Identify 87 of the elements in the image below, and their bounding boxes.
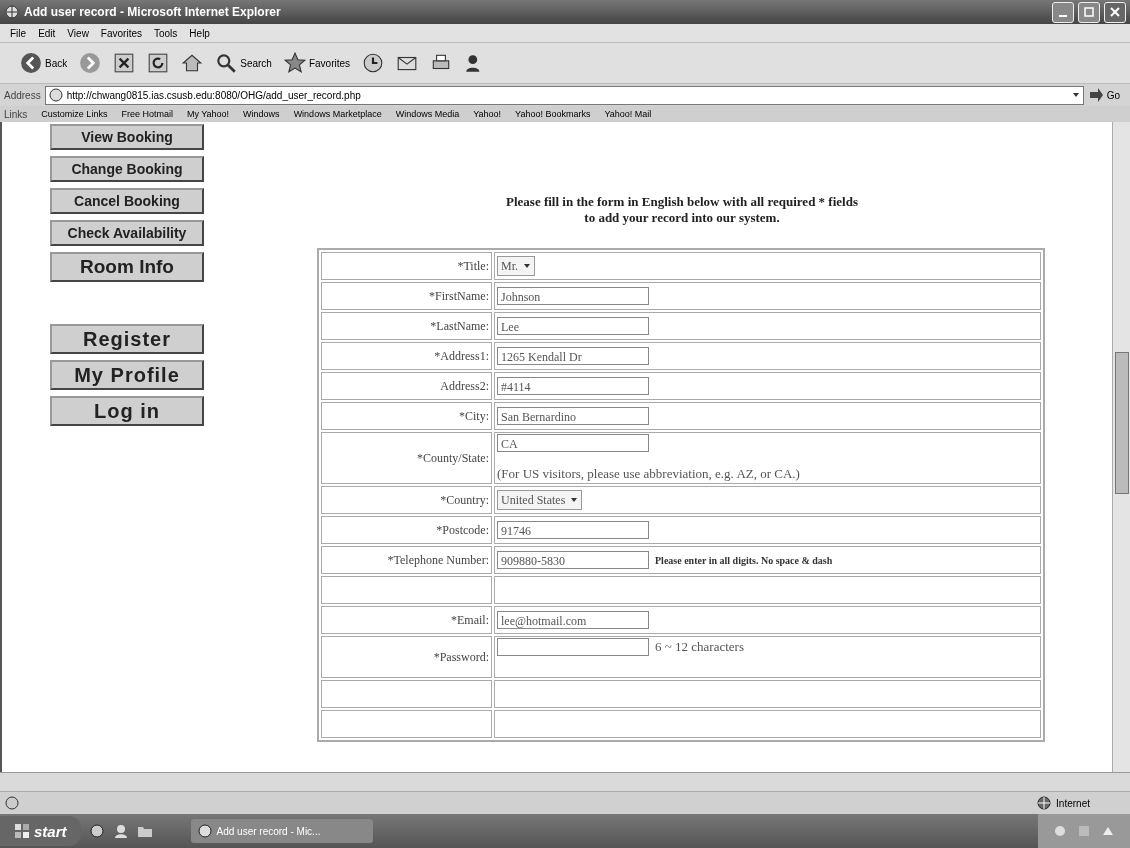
field-label: *Postcode: [436,522,489,537]
link-item[interactable]: Yahoo! [473,109,502,119]
close-button[interactable] [1104,1,1126,23]
links-label: Links [4,108,28,120]
favorites-button[interactable]: Favorites [283,52,351,74]
menu-item[interactable]: Edit [38,27,56,39]
input-field[interactable]: Johnson [497,287,649,305]
hint-text: Please enter in all digits. No space & dash [655,554,833,566]
input-field[interactable]: 909880-5830 [497,551,649,569]
windows-flag-icon [14,823,30,839]
maximize-icon [1084,7,1094,17]
link-item[interactable]: Yahoo! Bookmarks [515,109,591,119]
back-button[interactable]: Back [20,52,68,74]
dropdown[interactable]: Mr. [497,256,535,276]
field-label: *City: [459,408,489,423]
minimize-icon [1059,15,1067,17]
input-field[interactable]: 91746 [497,521,649,539]
input-field[interactable]: #4114 [497,377,649,395]
globe-icon [196,823,213,839]
field-label: *Email: [451,612,489,627]
link-item[interactable]: Customize Links [41,109,108,119]
nav-button[interactable]: Check Availability [50,220,204,246]
field-label: *Country: [440,492,489,507]
menu-item[interactable]: Help [189,27,210,39]
arrow-icon [1087,87,1104,103]
back-icon [20,52,42,74]
taskbar-item[interactable]: Add user record - Mic... [190,819,373,843]
refresh-icon[interactable] [147,52,170,74]
globe-icon [4,4,20,20]
instruction-text: to add your record into our system. [583,210,781,226]
field-label: *FirstName: [429,288,489,303]
link-item[interactable]: Windows Media [395,109,460,119]
hint-text: 6 ~ 12 characters [655,639,744,655]
minimize-button[interactable] [1052,1,1074,23]
input-field[interactable]: lee@hotmail.com [497,611,649,629]
nav-button[interactable]: View Booking [50,124,204,150]
input-field[interactable]: Lee [497,317,649,335]
vertical-scrollbar[interactable] [1112,122,1130,772]
dropdown[interactable]: United States [497,490,583,510]
instruction-text: Please fill in the form in English below with all required * fields [505,194,859,210]
zone-label: Internet [1056,797,1090,809]
messenger-icon[interactable] [112,823,129,839]
menu-item[interactable]: Tools [154,27,178,39]
star-icon [283,52,306,74]
menu-item[interactable]: File [10,27,27,39]
link-item[interactable]: Yahoo! Mail [604,109,652,119]
field-label: *LastName: [430,318,489,333]
nav-button[interactable]: Cancel Booking [50,188,204,214]
hint-text: (For US visitors, please use abbreviation, e.g. AZ, or CA.) [497,466,801,482]
password-field[interactable] [497,638,649,656]
history-icon[interactable] [362,52,385,74]
start-button[interactable]: start [0,816,81,846]
menu-item[interactable]: Favorites [100,27,142,39]
field-label: *Title: [457,258,489,273]
nav-button[interactable]: My Profile [50,360,204,390]
browser-icon[interactable] [88,823,105,839]
close-icon [1110,7,1120,17]
page-icon [47,87,64,103]
stop-icon[interactable] [113,52,136,74]
address-field[interactable]: http://chwang0815.ias.csusb.edu:8080/OHG/add_user_record.php [44,85,1084,105]
globe-icon [1036,795,1053,811]
field-label: *Telephone Number: [387,552,489,567]
search-icon [215,52,238,74]
address-label: Address [4,89,41,101]
home-icon[interactable] [181,52,204,74]
link-item[interactable]: Windows [243,109,280,119]
field-label: *Address1: [434,348,489,363]
link-item[interactable]: Free Hotmail [121,109,173,119]
input-field[interactable]: 1265 Kendall Dr [497,347,649,365]
input-field[interactable]: San Bernardino [497,407,649,425]
maximize-button[interactable] [1078,1,1100,23]
nav-button[interactable]: Log in [50,396,204,426]
nav-button[interactable]: Room Info [50,252,204,282]
forward-icon[interactable] [79,52,102,74]
window-title: Add user record - Microsoft Internet Explorer [24,5,281,19]
menu-item[interactable]: View [67,27,89,39]
go-button[interactable]: Go [1087,87,1126,103]
link-item[interactable]: My Yahoo! [186,109,230,119]
nav-button[interactable]: Change Booking [50,156,204,182]
input-field[interactable]: CA [497,434,649,452]
field-label: *County/State: [417,450,489,465]
field-label: *Password: [433,649,489,664]
field-label: Address2: [440,378,489,393]
link-item[interactable]: Windows Marketplace [293,109,382,119]
search-button[interactable]: Search [215,52,272,74]
page-icon [4,795,20,811]
nav-button[interactable]: Register [50,324,204,354]
